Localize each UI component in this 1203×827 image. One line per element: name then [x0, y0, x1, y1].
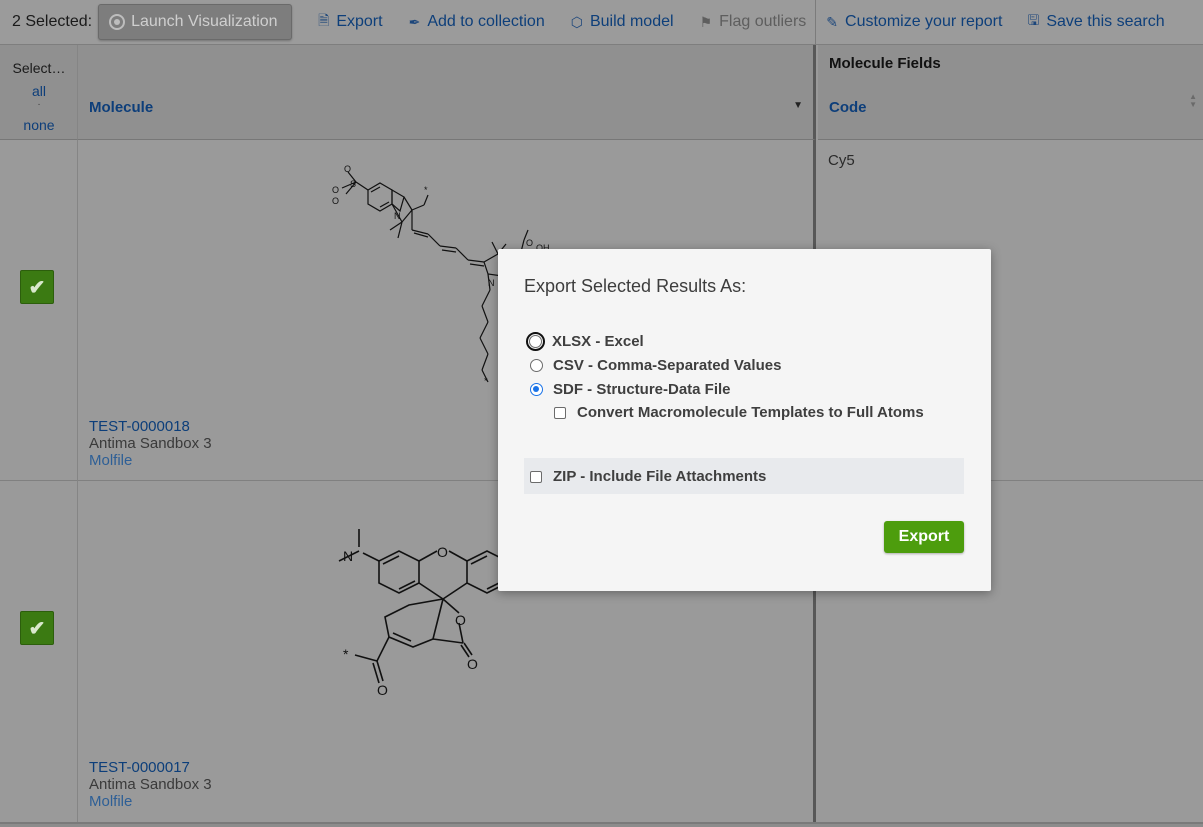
select-all-link[interactable]: all	[0, 83, 78, 99]
convert-macromolecule-label: Convert Macromolecule Templates to Full …	[577, 404, 924, 421]
row-select-cell: ✔	[0, 140, 78, 481]
molfile-link[interactable]: Molfile	[89, 793, 132, 810]
molfile-link[interactable]: Molfile	[89, 452, 132, 469]
xlsx-option[interactable]: XLSX - Excel	[526, 332, 644, 351]
fields-header-cell: Molecule Fields Code ▲ ▼	[818, 45, 1203, 140]
cube-icon: ⬡	[570, 13, 583, 30]
csv-label: CSV - Comma-Separated Values	[553, 357, 782, 374]
svg-text:O: O	[437, 544, 448, 560]
launch-visualization-label: Launch Visualization	[131, 13, 278, 30]
code-value: Cy5	[828, 152, 855, 169]
svg-text:N: N	[343, 548, 353, 564]
flag-outliers-button[interactable]: ⚑ Flag outliers	[700, 0, 807, 45]
svg-text:O: O	[467, 656, 478, 672]
build-model-label: Build model	[589, 13, 674, 30]
zip-checkbox[interactable]	[530, 470, 542, 483]
visualization-icon	[109, 14, 126, 30]
row-select-cell: ✔	[0, 481, 78, 823]
svg-text:N: N	[488, 278, 495, 288]
select-separator: ·	[37, 99, 41, 110]
molecule-structure-image[interactable]: N O O O * O	[333, 521, 513, 711]
svg-text:O: O	[344, 164, 351, 174]
svg-text:O: O	[455, 612, 466, 628]
xlsx-label: XLSX - Excel	[552, 333, 644, 350]
select-none-link[interactable]: none	[0, 117, 78, 133]
flag-icon: ⚑	[699, 13, 713, 30]
convert-macromolecule-checkbox[interactable]	[554, 406, 566, 419]
molecule-column-header[interactable]: Molecule	[89, 99, 153, 116]
molecule-project: Antima Sandbox 3	[89, 435, 212, 452]
csv-option[interactable]: CSV - Comma-Separated Values	[530, 357, 781, 374]
selected-count: 2 Selected:	[12, 13, 93, 30]
svg-text:O: O	[332, 185, 339, 195]
sort-desc-icon[interactable]: ▼	[793, 100, 803, 111]
sdf-radio[interactable]	[530, 383, 543, 396]
export-dialog-title: Export Selected Results As:	[524, 276, 747, 296]
results-toolbar: 2 Selected: Launch Visualization 🗎 Expor…	[0, 0, 1203, 45]
select-header-cell: Select… all · none	[0, 45, 78, 140]
svg-text:*: *	[484, 376, 488, 385]
molecule-id-link[interactable]: TEST-0000018	[89, 418, 190, 435]
flag-outliers-label: Flag outliers	[719, 13, 807, 30]
add-to-collection-label: Add to collection	[427, 13, 545, 30]
tag-icon: ✒	[408, 13, 421, 30]
sdf-option[interactable]: SDF - Structure-Data File	[530, 381, 731, 398]
molecule-id-link[interactable]: TEST-0000017	[89, 759, 190, 776]
csv-radio[interactable]	[530, 359, 543, 372]
toolbar-divider	[815, 0, 817, 45]
convert-macromolecule-option[interactable]: Convert Macromolecule Templates to Full …	[554, 404, 924, 421]
launch-visualization-button[interactable]: Launch Visualization	[98, 4, 293, 40]
code-column-header[interactable]: Code	[829, 99, 867, 116]
svg-text:*: *	[424, 185, 428, 195]
zip-label: ZIP - Include File Attachments	[553, 468, 767, 485]
molecule-header-cell[interactable]: Molecule ▼	[78, 45, 816, 140]
grid-bottom-border	[0, 822, 1203, 827]
zip-option[interactable]: ZIP - Include File Attachments	[530, 468, 766, 485]
row-checkbox[interactable]: ✔	[20, 270, 54, 304]
xlsx-radio[interactable]	[526, 332, 545, 351]
save-icon: 🖫	[1027, 12, 1040, 28]
customize-report-button[interactable]: ✎ Customize your report	[826, 0, 1002, 45]
row-checkbox[interactable]: ✔	[20, 611, 54, 645]
svg-text:O: O	[526, 238, 533, 248]
save-search-button[interactable]: 🖫 Save this search	[1027, 0, 1164, 45]
svg-text:O: O	[332, 196, 339, 206]
export-toolbar-label: Export	[336, 13, 383, 30]
svg-text:*: *	[343, 646, 349, 662]
svg-text:N: N	[394, 211, 401, 221]
export-toolbar-button[interactable]: 🗎 Export	[318, 0, 383, 45]
edit-report-icon: ✎	[826, 13, 839, 30]
customize-report-label: Customize your report	[845, 13, 1003, 30]
sdf-label: SDF - Structure-Data File	[553, 381, 731, 398]
svg-text:O: O	[377, 682, 388, 698]
check-icon: ✔	[28, 276, 46, 299]
save-search-label: Save this search	[1046, 13, 1165, 30]
add-to-collection-button[interactable]: ✒ Add to collection	[409, 0, 545, 45]
sort-both-icon[interactable]: ▲ ▼	[1189, 93, 1197, 109]
export-dialog: Export Selected Results As: XLSX - Excel…	[498, 249, 991, 591]
export-button[interactable]: Export	[884, 521, 964, 553]
export-file-icon: 🗎	[318, 12, 330, 28]
check-icon: ✔	[28, 617, 46, 640]
molecule-project: Antima Sandbox 3	[89, 776, 212, 793]
svg-text:S: S	[350, 179, 356, 189]
select-label: Select…	[12, 60, 66, 76]
build-model-button[interactable]: ⬡ Build model	[571, 0, 674, 45]
molecule-fields-title: Molecule Fields	[829, 55, 941, 72]
